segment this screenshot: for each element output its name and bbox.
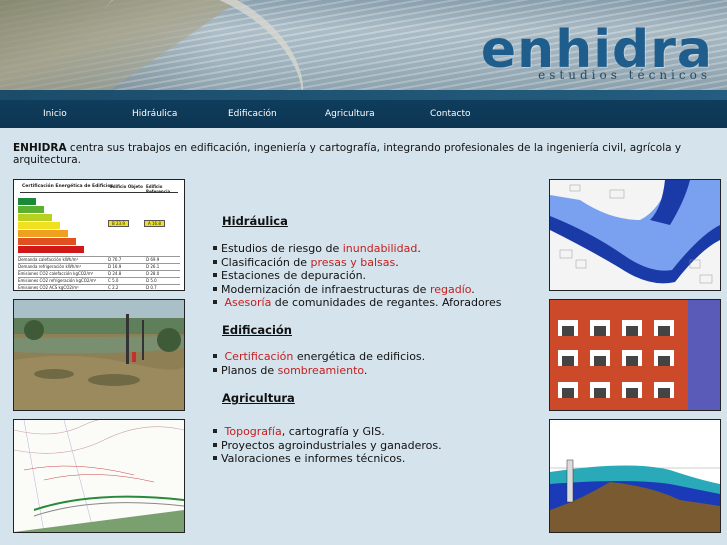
energy-certificate-image[interactable]: Certificación Energética de Edificios Ed… (13, 179, 185, 291)
cert-table-row: Emisiones CO2 calefacción kgCO2/m² D 24.8… (18, 270, 180, 277)
header-banner: enhidra estudios técnicos (0, 0, 727, 100)
nav-item-edificacion[interactable]: Edificación (228, 100, 277, 128)
cert-bar-a (18, 198, 36, 205)
banner-stripe (0, 90, 727, 100)
cert-table-row: Emisiones CO2 ACS kgCO2/m² C 2.2 D 0.7 (18, 284, 180, 290)
intro-brand: ENHIDRA (13, 142, 67, 154)
list-item: Proyectos agroindustriales y ganaderos. (213, 439, 533, 453)
link-asesoria[interactable]: Asesoría (225, 296, 272, 309)
cert-title: Certificación Energética de Edificios (22, 184, 114, 189)
link-sombreamiento[interactable]: sombreamiento (278, 364, 364, 377)
shading-plan-graphic (550, 300, 720, 410)
cert-bar-f (18, 238, 76, 245)
section-edificacion: Edificación Certificación energética de … (213, 323, 533, 377)
bullet-icon (213, 273, 217, 278)
flood-map-graphic (550, 180, 720, 290)
cert-bar-d (18, 222, 60, 229)
bullet-icon (213, 286, 217, 291)
section-hidraulica: Hidráulica Estudios de riesgo de inundab… (213, 214, 533, 310)
cert-table-row: Demanda calefacción kWh/m² D 76.7 D 69.9 (18, 256, 180, 263)
list-item: Clasificación de presas y balsas. (213, 256, 533, 270)
bullet-icon (213, 246, 217, 250)
link-presas-balsas[interactable]: presas y balsas (311, 256, 396, 269)
flood-map-image[interactable] (549, 179, 721, 291)
nav-item-contacto[interactable]: Contacto (430, 100, 471, 128)
list-item: Topografía, cartografía y GIS. (213, 425, 533, 439)
cert-bar-g (18, 246, 84, 253)
cert-bar-b (18, 206, 44, 213)
link-regadio[interactable]: regadío (430, 283, 471, 296)
link-certificacion[interactable]: Certificación (225, 350, 294, 363)
bullet-icon (213, 354, 217, 358)
cert-rule (20, 192, 178, 193)
cert-badge-objeto: B 23.9 (108, 220, 129, 227)
link-inundabilidad[interactable]: inundabilidad (343, 242, 418, 255)
topography-plan-image[interactable] (13, 419, 185, 533)
bullet-icon (213, 456, 217, 461)
list-item: Planos de sombreamiento. (213, 364, 533, 378)
list-edificacion: Certificación energética de edificios. P… (213, 350, 533, 377)
list-item: Asesoría de comunidades de regantes. Afo… (213, 296, 533, 310)
cert-table: Demanda calefacción kWh/m² D 76.7 D 69.9 D… (18, 256, 180, 290)
list-item: Certificación energética de edificios. (213, 350, 533, 364)
hydraulic-profile-image[interactable] (549, 419, 721, 533)
intro-text: ENHIDRA centra sus trabajos en edificaci… (13, 142, 713, 166)
nav-item-hidraulica[interactable]: Hidráulica (132, 100, 177, 128)
nav-item-inicio[interactable]: Inicio (43, 100, 67, 128)
list-item: Valoraciones e informes técnicos. (213, 452, 533, 466)
list-item: Estaciones de depuración. (213, 269, 533, 283)
bullet-icon (213, 429, 217, 433)
link-topografia[interactable]: Topografía (225, 425, 282, 438)
list-item: Estudios de riesgo de inundabilidad. (213, 242, 533, 256)
cert-badge-referencia: A 16.8 (144, 220, 165, 227)
main-nav: Inicio Hidráulica Edificación Agricultur… (0, 100, 727, 128)
flooded-park-graphic (14, 300, 184, 410)
bullet-icon (213, 367, 217, 372)
cert-table-row: Demanda refrigeración kWh/m² D 16.9 D 26.1 (18, 263, 180, 270)
bullet-icon (213, 259, 217, 264)
list-item: Modernización de infraestructuras de reg… (213, 283, 533, 297)
logo-subtitle: estudios técnicos (538, 68, 711, 82)
topography-graphic (14, 420, 184, 532)
section-agricultura: Agricultura Topografía, cartografía y GI… (213, 391, 533, 466)
intro-body: centra sus trabajos en edificación, inge… (13, 142, 682, 166)
flooded-park-photo[interactable] (13, 299, 185, 411)
cert-bar-e (18, 230, 68, 237)
bullet-icon (213, 442, 217, 447)
section-title-agricultura: Agricultura (222, 391, 295, 405)
cert-table-row: Emisiones CO2 refrigeración kgCO2/m² C 5.… (18, 277, 180, 284)
list-hidraulica: Estudios de riesgo de inundabilidad. Cla… (213, 242, 533, 310)
section-title-hidraulica: Hidráulica (222, 214, 288, 228)
hydraulic-profile-graphic (550, 420, 720, 532)
cert-col1: Edificio Objeto (110, 184, 143, 189)
shading-plan-image[interactable] (549, 299, 721, 411)
nav-item-agricultura[interactable]: Agricultura (325, 100, 375, 128)
list-agricultura: Topografía, cartografía y GIS. Proyectos… (213, 425, 533, 466)
section-title-edificacion: Edificación (222, 323, 292, 337)
cert-bar-c (18, 214, 52, 221)
bullet-icon (213, 300, 217, 305)
